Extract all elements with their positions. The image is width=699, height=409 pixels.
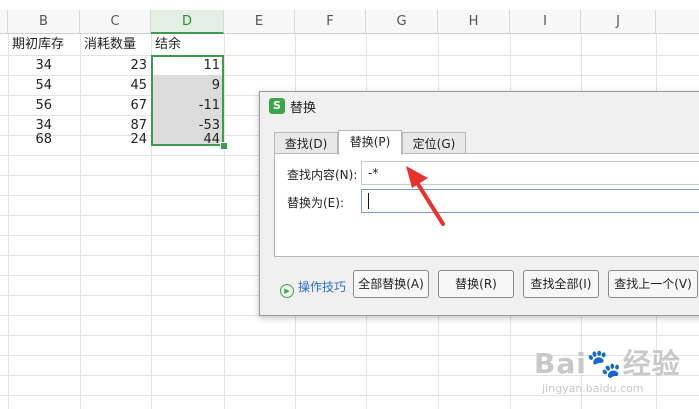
tab-replace[interactable]: 替换(P) (338, 130, 402, 155)
baidu-watermark: Bai🐾经验 jingyan.baidu.com (534, 342, 681, 395)
watermark-brand: Bai (534, 347, 587, 380)
paw-icon: 🐾 (586, 347, 623, 380)
watermark-url: jingyan.baidu.com (542, 382, 644, 395)
watermark-suffix: 经验 (622, 347, 681, 380)
